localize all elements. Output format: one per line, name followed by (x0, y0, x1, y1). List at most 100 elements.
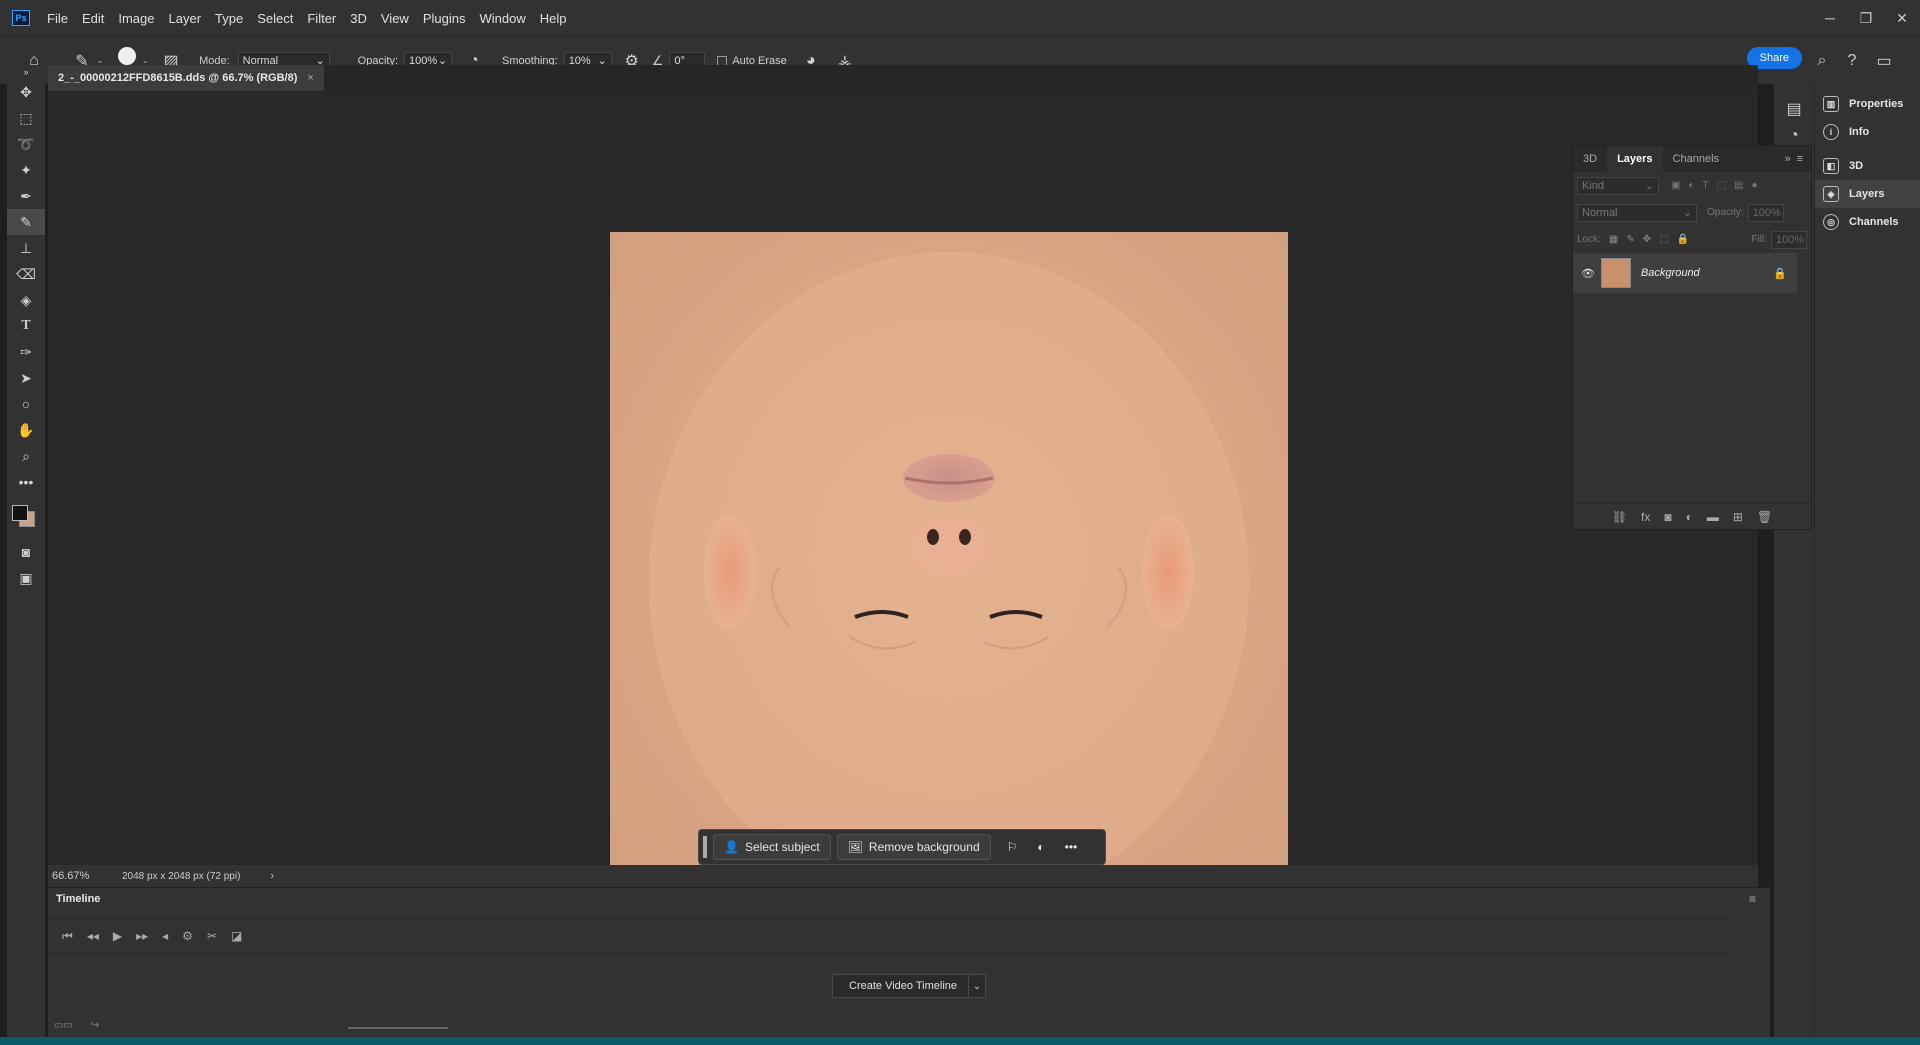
search-icon[interactable]: ⌕ (1808, 47, 1836, 75)
histogram-icon[interactable]: ▤ (1774, 94, 1814, 124)
menu-edit[interactable]: Edit (75, 11, 111, 26)
drag-handle[interactable] (703, 836, 707, 858)
type-tool-icon[interactable]: T (7, 313, 45, 339)
create-video-timeline-button[interactable]: Create Video Timeline (832, 974, 975, 998)
workspace-icon[interactable]: ▭ (1870, 47, 1898, 75)
auto-erase-checkbox[interactable] (717, 55, 728, 66)
status-bar: 66.67% 2048 px x 2048 px (72 ppi) › (48, 865, 1758, 887)
menu-3d[interactable]: 3D (343, 11, 374, 26)
lock-label: Lock: (1577, 234, 1601, 245)
convert-icon[interactable]: ↪ (91, 1020, 99, 1031)
scissors-icon[interactable]: ✂ (207, 929, 217, 943)
blend-mode-value: Normal (1582, 206, 1618, 219)
layer-name[interactable]: Background (1641, 267, 1700, 279)
canvas-area[interactable]: 👤 Select subject 🖼 Remove background ⚐ ◐… (48, 91, 1758, 910)
menu-layer[interactable]: Layer (162, 11, 209, 26)
cube-icon: ◧ (1823, 158, 1839, 174)
next-frame-icon[interactable]: ▸▸ (136, 929, 148, 943)
more-options-icon[interactable]: ••• (1065, 840, 1078, 854)
more-tools-icon[interactable]: ••• (7, 469, 45, 495)
layer-opacity-field[interactable]: 100% (1747, 203, 1784, 222)
menu-image[interactable]: Image (111, 11, 161, 26)
layer-kind-filter[interactable]: Kind ⌄ (1577, 176, 1659, 195)
filter-type-icons[interactable]: ▣◐T⬚▤● (1671, 180, 1766, 191)
menu-plugins[interactable]: Plugins (416, 11, 473, 26)
lock-options-icons[interactable]: ▦✎✥⬚🔒 (1609, 234, 1697, 245)
blend-mode-dropdown[interactable]: Normal ⌄ (1577, 203, 1697, 222)
layer-filter-row: Kind ⌄ ▣◐T⬚▤● (1573, 172, 1811, 199)
expand-icon[interactable]: » (1784, 153, 1796, 165)
restore-icon[interactable]: ❐ (1848, 0, 1884, 36)
first-frame-icon[interactable]: ⏮ (62, 929, 73, 944)
folder-icon[interactable]: ▬ (1707, 510, 1719, 524)
tab-channels[interactable]: Channels (1663, 146, 1729, 172)
pencil-tool-icon[interactable]: ✎ (7, 209, 45, 235)
zoom-slider[interactable] (348, 1027, 448, 1029)
color-swatches[interactable] (7, 495, 45, 539)
tab-layers[interactable]: Layers (1607, 146, 1663, 172)
panel-3d[interactable]: ◧ 3D (1815, 152, 1920, 180)
menu-select[interactable]: Select (250, 11, 300, 26)
foreground-color-swatch[interactable] (12, 505, 28, 521)
timeline-footer: ▭▭ ↪ (54, 1020, 99, 1031)
marquee-tool-icon[interactable]: ⬚ (7, 105, 45, 131)
trash-icon[interactable]: 🗑 (1757, 510, 1772, 524)
panel-menu-icon[interactable]: ≡ (1797, 153, 1811, 165)
menu-help[interactable]: Help (533, 11, 574, 26)
mask-icon[interactable]: ◙ (1664, 510, 1671, 524)
lasso-tool-icon[interactable]: ➰ (7, 131, 45, 157)
eyedropper-icon[interactable]: ✒ (7, 183, 45, 209)
menu-window[interactable]: Window (472, 11, 532, 26)
fill-field[interactable]: 100% (1771, 230, 1807, 249)
path-selection-icon[interactable]: ➤ (7, 365, 45, 391)
audio-icon[interactable]: ◂ (162, 929, 168, 943)
quick-mask-icon[interactable]: ◙ (7, 539, 45, 565)
transition-icon[interactable]: ◪ (231, 929, 242, 943)
collapse-toolbar-icon[interactable]: » (7, 65, 45, 79)
menu-file[interactable]: File (40, 11, 75, 26)
panel-menu-icon[interactable]: ≡ (1749, 892, 1756, 906)
close-icon[interactable]: ✕ (1884, 0, 1920, 36)
minimize-icon[interactable]: ─ (1812, 0, 1848, 36)
document-tab[interactable]: 2_-_00000212FFD8615B.dds @ 66.7% (RGB/8)… (48, 65, 324, 91)
chevron-down-icon[interactable]: ⌄ (968, 974, 986, 998)
screen-mode-icon[interactable]: ▣ (7, 565, 45, 591)
previous-frame-icon[interactable]: ◂◂ (87, 929, 99, 943)
move-tool-icon[interactable]: ✥ (7, 79, 45, 105)
menu-type[interactable]: Type (208, 11, 250, 26)
eye-icon[interactable]: 👁 (1581, 267, 1595, 280)
zoom-tool-icon[interactable]: ⌕ (7, 443, 45, 469)
document-image[interactable] (610, 232, 1288, 910)
zoom-level[interactable]: 66.67% (52, 870, 112, 882)
stamp-tool-icon[interactable]: ⊥ (7, 235, 45, 261)
tab-3d[interactable]: 3D (1573, 146, 1607, 172)
chevron-right-icon[interactable]: › (270, 870, 274, 882)
hand-tool-icon[interactable]: ✋ (7, 417, 45, 443)
adjustment-layer-icon[interactable]: ◐ (1686, 510, 1693, 524)
new-layer-icon[interactable]: ⊞ (1733, 510, 1743, 524)
panel-layers[interactable]: ◈ Layers (1815, 180, 1920, 208)
panel-channels[interactable]: ◎ Channels (1815, 208, 1920, 236)
bucket-tool-icon[interactable]: ◈ (7, 287, 45, 313)
close-tab-icon[interactable]: × (307, 72, 313, 84)
menu-view[interactable]: View (374, 11, 416, 26)
menu-bar: Ps File Edit Image Layer Type Select Fil… (0, 0, 1920, 36)
panel-info[interactable]: i Info (1815, 118, 1920, 146)
adjustment-icon[interactable]: ◐ (1037, 840, 1044, 854)
link-layers-icon[interactable]: ⛓ (1612, 510, 1627, 524)
transform-icon[interactable]: ⚐ (1007, 840, 1018, 854)
magic-wand-icon[interactable]: ✦ (7, 157, 45, 183)
select-subject-button[interactable]: 👤 Select subject (713, 834, 831, 860)
fx-icon[interactable]: fx (1641, 510, 1650, 524)
remove-background-button[interactable]: 🖼 Remove background (836, 834, 991, 860)
layer-row-background[interactable]: 👁 Background 🔒 (1573, 253, 1797, 293)
menu-filter[interactable]: Filter (300, 11, 343, 26)
ellipse-tool-icon[interactable]: ○ (7, 391, 45, 417)
pen-tool-icon[interactable]: ✑ (7, 339, 45, 365)
help-icon[interactable]: ? (1838, 47, 1866, 75)
play-icon[interactable]: ▶ (113, 929, 122, 943)
gear-icon[interactable]: ⚙ (182, 929, 193, 943)
panel-properties[interactable]: ▥ Properties (1815, 90, 1920, 118)
eraser-tool-icon[interactable]: ⌫ (7, 261, 45, 287)
frame-animation-icon[interactable]: ▭▭ (54, 1020, 73, 1031)
